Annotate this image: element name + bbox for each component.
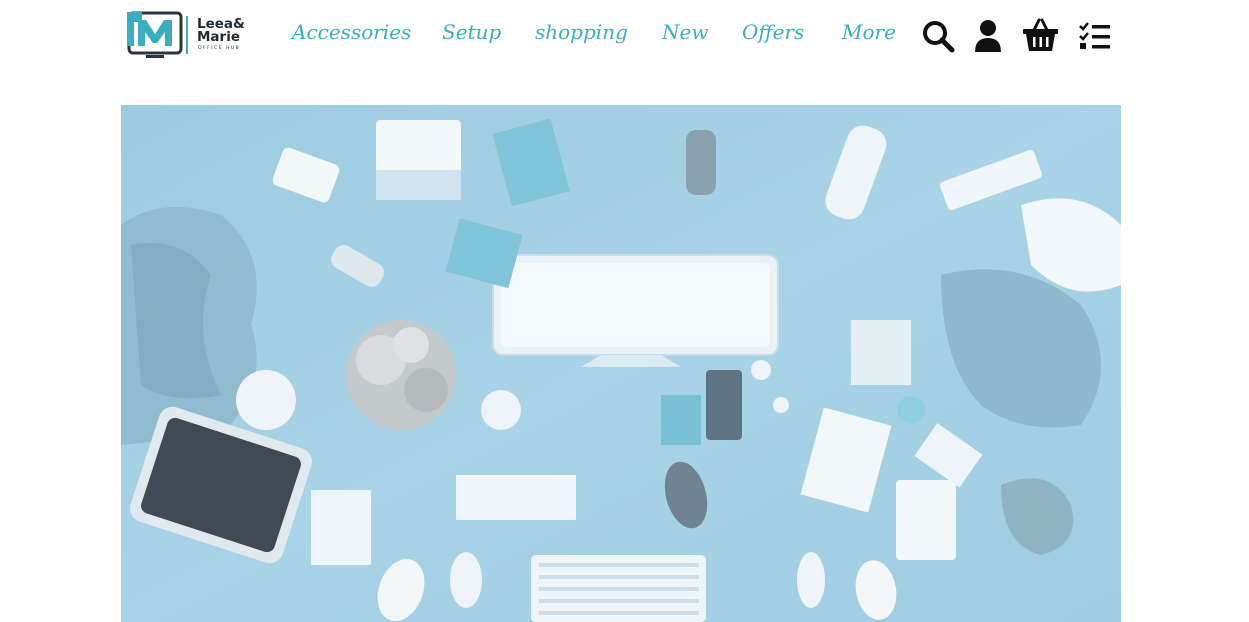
site-logo[interactable]: Leea& Marie OFFICE HUB bbox=[126, 10, 250, 62]
nav-link-setup[interactable]: Setup bbox=[442, 20, 501, 48]
nav-link-more[interactable]: More bbox=[842, 20, 896, 48]
office-desk-flatlay-image bbox=[121, 105, 1121, 622]
basket-icon[interactable] bbox=[1022, 18, 1058, 54]
brand-name-line2: Marie bbox=[197, 29, 240, 45]
user-icon[interactable] bbox=[971, 18, 1007, 54]
logo-mark-icon bbox=[127, 11, 188, 58]
site-header: Leea& Marie OFFICE HUB Accessories Setup… bbox=[0, 0, 1249, 72]
nav-link-new[interactable]: New bbox=[662, 20, 708, 48]
search-icon[interactable] bbox=[920, 18, 956, 54]
nav-link-offers[interactable]: Offers bbox=[742, 20, 804, 48]
brand-name: Leea& Marie bbox=[197, 17, 245, 45]
checklist-icon[interactable] bbox=[1078, 18, 1114, 54]
brand-tagline: OFFICE HUB bbox=[198, 46, 241, 51]
nav-link-accessories[interactable]: Accessories bbox=[292, 20, 411, 48]
hero-image bbox=[121, 105, 1121, 622]
nav-link-shopping[interactable]: shopping bbox=[535, 20, 628, 48]
